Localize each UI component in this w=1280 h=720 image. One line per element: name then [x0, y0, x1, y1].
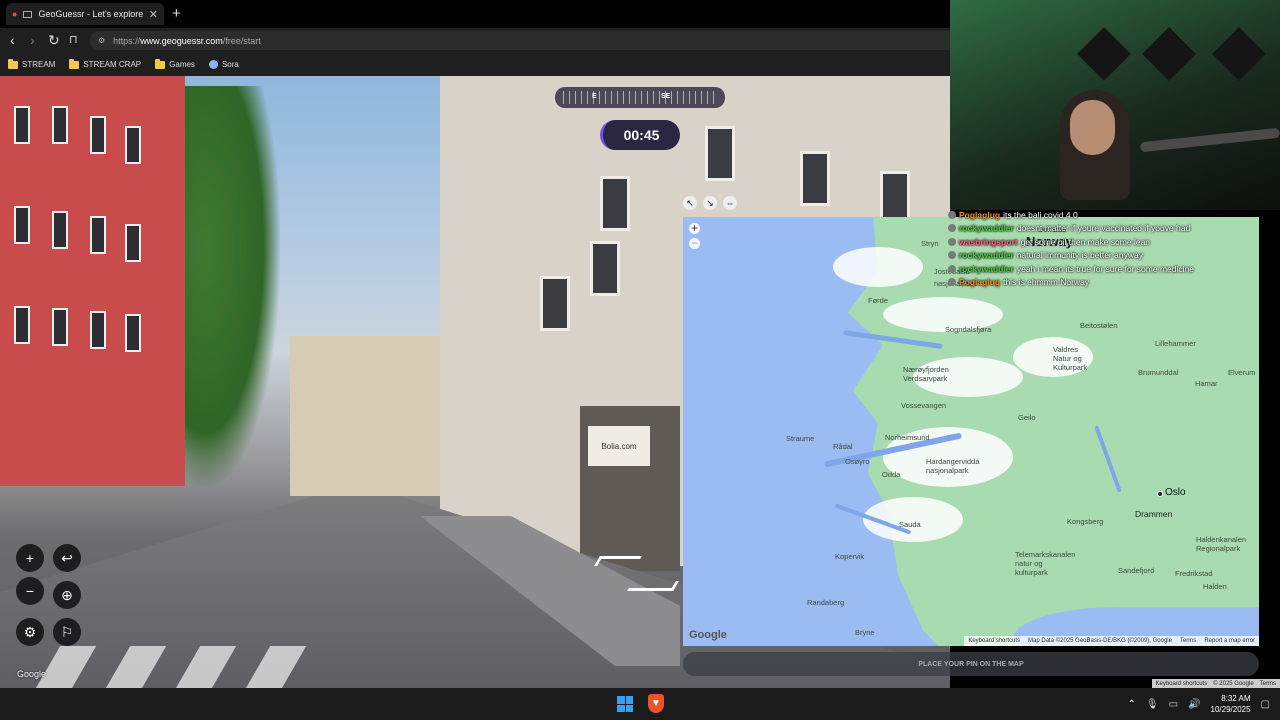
brave-browser-icon[interactable]: ▼ [648, 694, 664, 713]
microphone-arm [1139, 127, 1280, 153]
folder-icon [155, 58, 166, 69]
keyboard-shortcuts-link[interactable]: Keyboard shortcuts [1156, 681, 1208, 687]
chat-avatar [948, 237, 956, 246]
crosswalk [19, 646, 340, 688]
chat-message: rockywaddler doesnt matter if youre vacci… [948, 222, 1280, 236]
map-zoom-out-button[interactable]: − [689, 237, 700, 249]
map-keyboard-shortcuts-link[interactable]: Keyboard shortcuts [968, 638, 1020, 644]
map-google-logo: Google [689, 629, 727, 641]
notification-icon[interactable]: ▢ [1261, 699, 1270, 710]
taskbar: ▼ ⌃ 🎙 ▭ 🔊 8:32 AM 10/29/2025 ▢ [0, 688, 1280, 720]
bookmarks-bar: STREAM STREAM CRAP Games Sora [0, 53, 950, 76]
terms-link[interactable]: Terms [1260, 681, 1276, 687]
chat-message: wasbringsport get some oil then make some… [948, 235, 1280, 249]
oslo-marker [1157, 491, 1163, 497]
site-settings-icon[interactable]: ⚙ [98, 36, 105, 45]
chat-message: rockywaddler natural immunity is better a… [948, 249, 1280, 263]
shrink-map-icon[interactable]: ↘ [703, 196, 717, 210]
tab-favicon-icon [23, 10, 33, 18]
zoom-in-button[interactable]: + [16, 544, 44, 572]
browser-tab-bar: ● GeoGuessr - Let's explore the ✕ + [0, 0, 950, 28]
chat-avatar [948, 264, 956, 273]
sora-icon [208, 60, 218, 69]
place-pin-button[interactable]: PLACE YOUR PIN ON THE MAP [683, 652, 1259, 676]
bookmark-games[interactable]: Games [155, 58, 195, 69]
volume-icon[interactable]: 🔊 [1188, 699, 1200, 710]
chat-avatar [948, 224, 956, 233]
browser-nav-bar: ‹ › ↻ ⊓ ⚙ https://www.geoguessr.com/free… [0, 28, 950, 53]
chat-message: Poglaglug this is ehmmm Norway [948, 276, 1280, 290]
bookmark-stream[interactable]: STREAM [8, 58, 55, 69]
address-bar[interactable]: ⚙ https://www.geoguessr.com/free/start [90, 31, 950, 50]
report-map-error-link[interactable]: Report a map error [1204, 638, 1255, 644]
map-terms-link[interactable]: Terms [1180, 638, 1196, 644]
chevron-up-icon[interactable]: ⌃ [1128, 699, 1136, 710]
chat-avatar [948, 251, 956, 260]
bookmark-stream-crap[interactable]: STREAM CRAP [69, 58, 141, 69]
forward-icon[interactable]: › [30, 32, 35, 48]
zoom-out-button[interactable]: − [16, 577, 44, 605]
red-building [0, 76, 185, 486]
settings-button[interactable]: ⚙ [16, 618, 44, 646]
back-icon[interactable]: ‹ [10, 32, 15, 48]
pin-map-icon[interactable]: ⇔ [723, 196, 737, 210]
screen: ● GeoGuessr - Let's explore the ✕ + ‹ › … [0, 0, 1280, 720]
chat-message: rockywaddler yeah i mean its true for sur… [948, 262, 1280, 276]
clock[interactable]: 8:32 AM 10/29/2025 [1211, 693, 1251, 715]
system-tray: ⌃ 🎙 ▭ 🔊 8:32 AM 10/29/2025 ▢ [1128, 693, 1271, 715]
windows-start-icon[interactable] [617, 696, 633, 712]
expand-map-icon[interactable]: ↖ [683, 196, 697, 210]
chat-avatar [948, 210, 956, 219]
stream-chat: Poglaglug its the bali covid 4.0 rockywad… [948, 208, 1280, 308]
compass: E SE [555, 87, 725, 108]
bookmark-icon[interactable]: ⊓ [69, 32, 78, 48]
street-view-attribution: Keyboard shortcuts © 2025 Google Terms [1151, 679, 1280, 688]
round-timer: 00:45 [600, 120, 680, 150]
streamer-face [1070, 100, 1115, 155]
move-arrow-icon[interactable] [627, 581, 679, 591]
copyright-text: © 2025 Google [1213, 680, 1254, 687]
microphone-icon[interactable]: 🎙 [1146, 699, 1159, 710]
webcam-overlay [950, 0, 1280, 210]
undo-move-button[interactable]: ↩ [53, 544, 81, 572]
distant-building [290, 336, 440, 496]
shop-sign: Bolia.com [588, 426, 650, 466]
url-text: https://www.geoguessr.com/free/start [113, 35, 261, 46]
shop-front: Bolia.com [580, 406, 680, 571]
compass-east-label: E [592, 93, 597, 100]
folder-icon [69, 58, 80, 69]
folder-icon [8, 58, 18, 69]
street-view-google-logo: Google [17, 669, 47, 679]
close-tab-icon[interactable]: ✕ [149, 8, 158, 21]
map-size-controls: ↖ ↘ ⇔ [683, 196, 737, 210]
compass-ticks [563, 91, 717, 104]
flag-button[interactable]: ⚐ [53, 618, 81, 646]
return-to-start-button[interactable]: ⊕ [53, 581, 81, 609]
compass-southeast-label: SE [661, 93, 671, 100]
bookmark-sora[interactable]: Sora [208, 60, 239, 69]
browser-tab[interactable]: ● GeoGuessr - Let's explore the ✕ [6, 3, 164, 25]
geoguessr-pin-icon: ● [12, 9, 18, 19]
move-arrow-icon[interactable] [594, 556, 642, 566]
reload-icon[interactable]: ↻ [48, 32, 60, 48]
map-zoom-in-button[interactable]: + [689, 222, 700, 234]
tab-title: GeoGuessr - Let's explore the [38, 9, 143, 19]
network-icon[interactable]: ▭ [1169, 699, 1178, 710]
chat-message: Poglaglug its the bali covid 4.0 [948, 208, 1280, 222]
chat-avatar [948, 278, 956, 287]
map-data-credit: Map Data ©2025 GeoBasis-DE/BKG (©2009), … [1028, 638, 1172, 644]
new-tab-icon[interactable]: + [172, 5, 181, 22]
map-attribution: Keyboard shortcuts Map Data ©2025 GeoBas… [964, 636, 1259, 646]
